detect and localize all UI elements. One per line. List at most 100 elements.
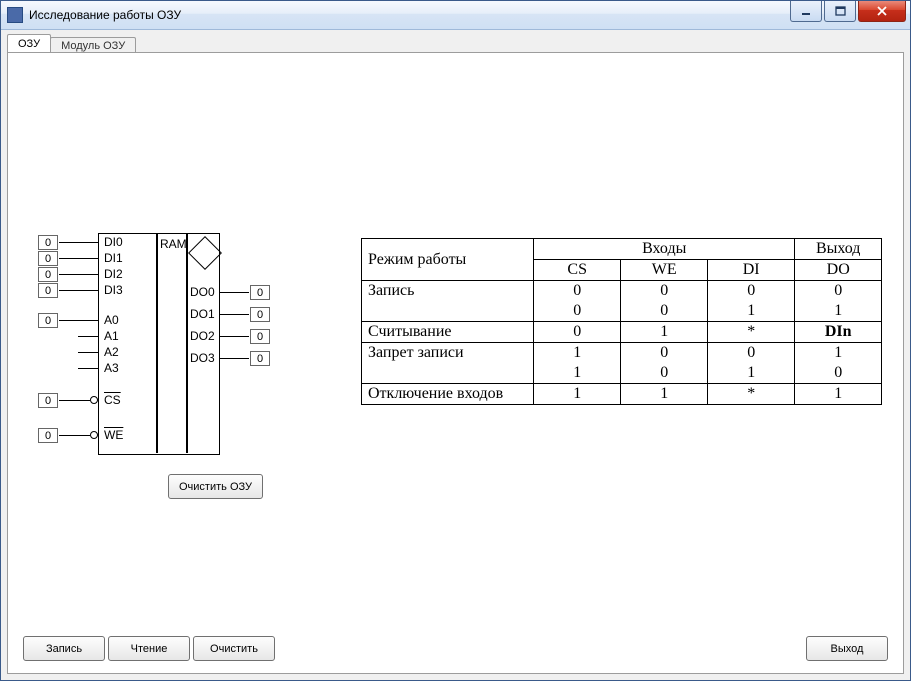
tab-page: RAM 0 DI0 0 DI1 0 DI2 0 DI3 0 A0 A1 A2 (7, 52, 904, 674)
th-cs: CS (534, 260, 621, 281)
window-buttons (790, 1, 910, 29)
wire-we (59, 435, 90, 436)
wire-a2 (78, 352, 98, 353)
th-mode: Режим работы (362, 239, 534, 281)
ram-title: RAM (160, 237, 187, 251)
read-button[interactable]: Чтение (108, 636, 190, 661)
clear-button[interactable]: Очистить (193, 636, 275, 661)
cell: 1 (621, 322, 708, 343)
cell: 0 (621, 301, 708, 322)
th-inputs: Входы (534, 239, 795, 260)
ram-sep1 (156, 233, 158, 453)
close-button[interactable] (858, 1, 906, 22)
titlebar: Исследование работы ОЗУ (1, 1, 910, 30)
window-title: Исследование работы ОЗУ (29, 8, 790, 22)
write-button[interactable]: Запись (23, 636, 105, 661)
cell-mode-write: Запись (362, 281, 534, 302)
cell-mode-disable: Отключение входов (362, 384, 534, 405)
input-di1[interactable]: 0 (38, 251, 58, 266)
wire-cs (59, 400, 90, 401)
truth-table-table: Режим работы Входы Выход CS WE DI DO Зап… (361, 238, 882, 405)
label-do0: DO0 (190, 285, 215, 299)
ram-sep2 (186, 233, 188, 453)
exit-button[interactable]: Выход (806, 636, 888, 661)
label-cs: CS (104, 393, 121, 407)
input-di2[interactable]: 0 (38, 267, 58, 282)
wire-di2 (59, 274, 98, 275)
we-invert-circle-icon (90, 431, 98, 439)
label-di3: DI3 (104, 283, 123, 297)
th-di: DI (708, 260, 795, 281)
minimize-icon (801, 6, 812, 17)
cell: 1 (795, 384, 882, 405)
cell: 1 (708, 363, 795, 384)
cell: 0 (621, 343, 708, 364)
cell: 1 (621, 384, 708, 405)
cell: 0 (534, 301, 621, 322)
label-di1: DI1 (104, 251, 123, 265)
label-di0: DI0 (104, 235, 123, 249)
cell: 0 (795, 363, 882, 384)
clear-ram-button[interactable]: Очистить ОЗУ (168, 474, 263, 499)
cell-mode-empty (362, 301, 534, 322)
th-output: Выход (795, 239, 882, 260)
tab-ozu[interactable]: ОЗУ (7, 34, 51, 53)
app-window: Исследование работы ОЗУ ОЗУ Модуль ОЗУ R… (0, 0, 911, 681)
cell-mode-empty2 (362, 363, 534, 384)
cell-mode-read: Считывание (362, 322, 534, 343)
app-icon (7, 7, 23, 23)
wire-a1 (78, 336, 98, 337)
cell: 0 (795, 281, 882, 302)
label-do1: DO1 (190, 307, 215, 321)
input-di3[interactable]: 0 (38, 283, 58, 298)
input-we[interactable]: 0 (38, 428, 58, 443)
label-di2: DI2 (104, 267, 123, 281)
cell: DIn (795, 322, 882, 343)
label-do2: DO2 (190, 329, 215, 343)
output-do1: 0 (250, 307, 270, 322)
label-do3: DO3 (190, 351, 215, 365)
wire-do2 (219, 336, 249, 337)
cell: 0 (534, 322, 621, 343)
maximize-icon (835, 6, 846, 17)
cell: 1 (795, 343, 882, 364)
input-a0[interactable]: 0 (38, 313, 58, 328)
cell: 0 (708, 281, 795, 302)
wire-do1 (219, 314, 249, 315)
th-we: WE (621, 260, 708, 281)
maximize-button[interactable] (824, 1, 856, 22)
output-do0: 0 (250, 285, 270, 300)
wire-di1 (59, 258, 98, 259)
cell: * (708, 322, 795, 343)
tab-strip: ОЗУ Модуль ОЗУ (1, 30, 910, 52)
cell: 1 (534, 384, 621, 405)
label-a0: A0 (104, 313, 119, 327)
minimize-button[interactable] (790, 1, 822, 22)
cell-mode-writeprotect: Запрет записи (362, 343, 534, 364)
label-a2: A2 (104, 345, 119, 359)
cell: 0 (534, 281, 621, 302)
label-we: WE (104, 428, 123, 442)
wire-di0 (59, 242, 98, 243)
label-a3: A3 (104, 361, 119, 375)
wire-do3 (219, 358, 249, 359)
cell: 1 (708, 301, 795, 322)
label-a1: A1 (104, 329, 119, 343)
cs-invert-circle-icon (90, 396, 98, 404)
cell: 0 (621, 281, 708, 302)
cell: 1 (534, 343, 621, 364)
cell: 0 (621, 363, 708, 384)
output-do3: 0 (250, 351, 270, 366)
th-do: DO (795, 260, 882, 281)
cell: * (708, 384, 795, 405)
close-icon (876, 5, 888, 17)
input-di0[interactable]: 0 (38, 235, 58, 250)
cell: 0 (708, 343, 795, 364)
cell: 1 (795, 301, 882, 322)
wire-a0 (59, 320, 98, 321)
output-do2: 0 (250, 329, 270, 344)
wire-a3 (78, 368, 98, 369)
cell: 1 (534, 363, 621, 384)
input-cs[interactable]: 0 (38, 393, 58, 408)
wire-do0 (219, 292, 249, 293)
